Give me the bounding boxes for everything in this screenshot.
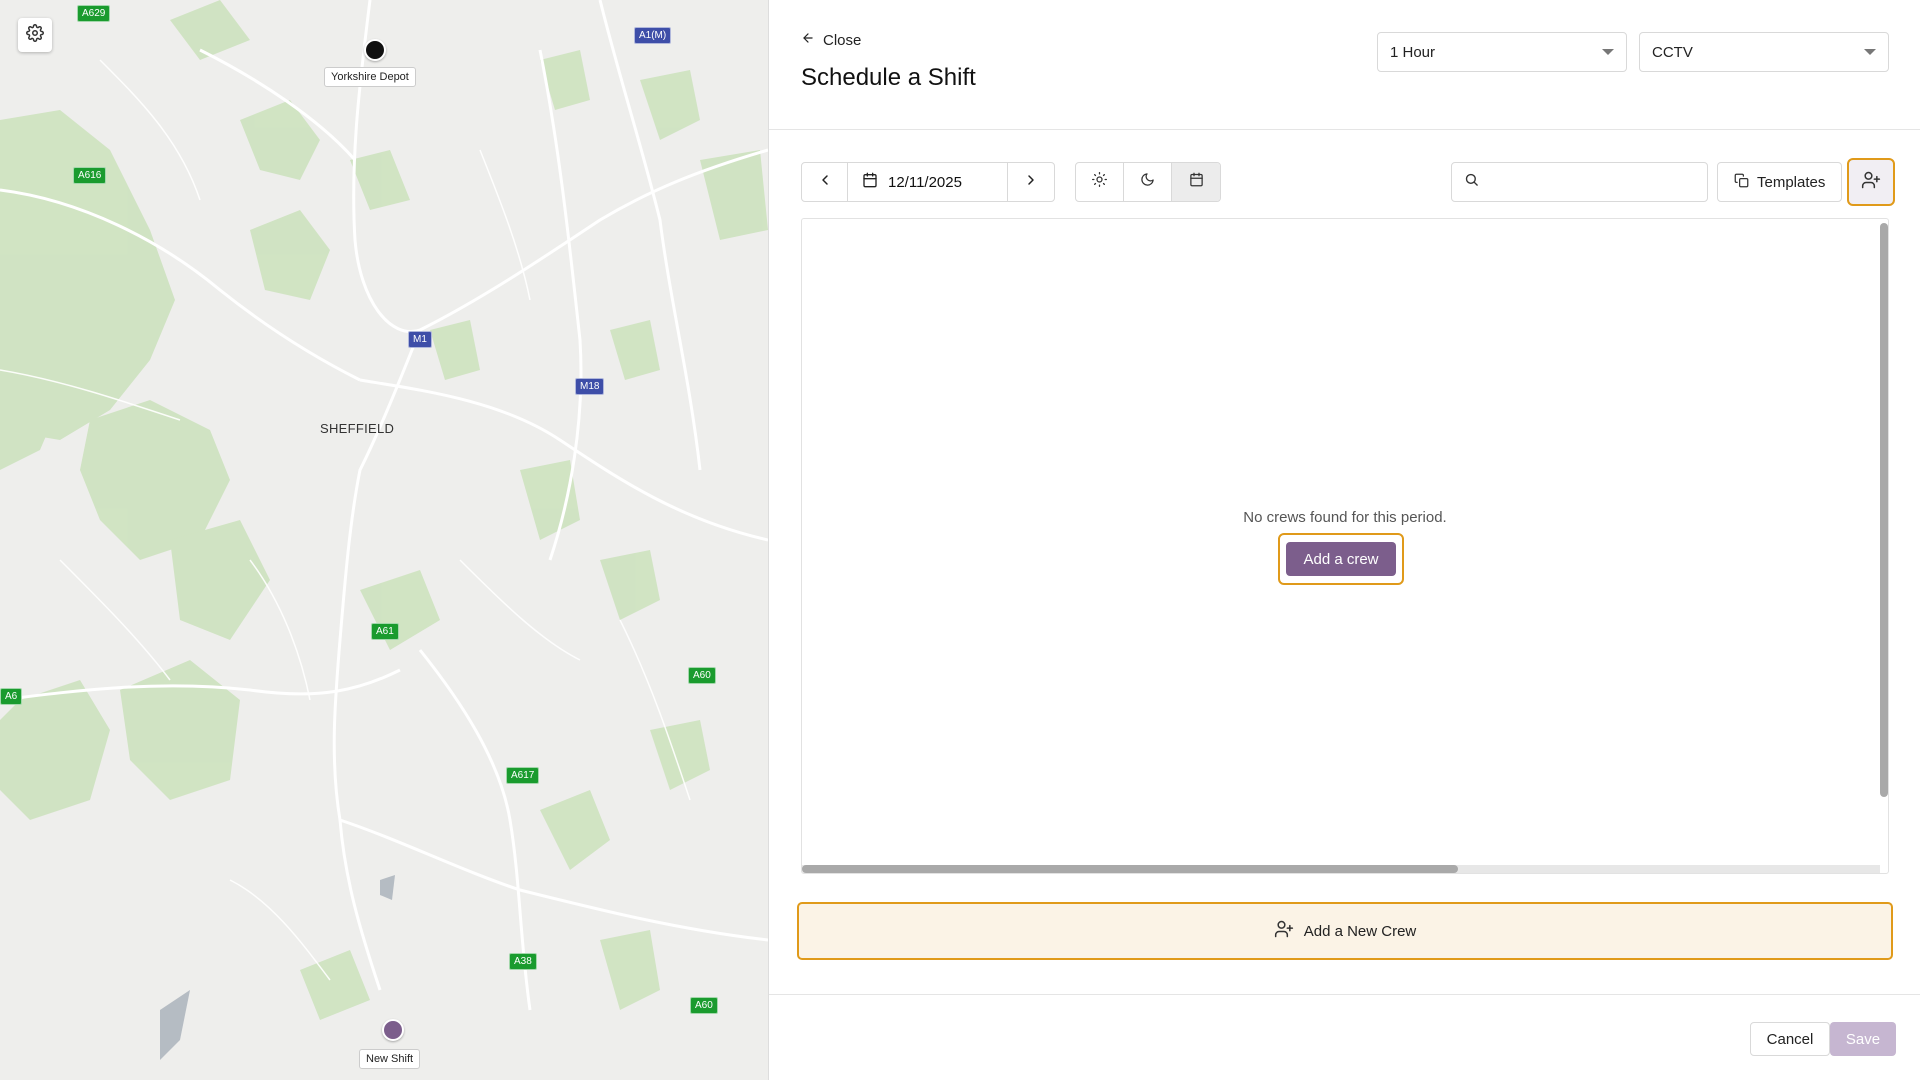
duration-select[interactable]: 1 Hour	[1377, 32, 1627, 72]
night-shift-toggle[interactable]	[1124, 163, 1172, 201]
save-button[interactable]: Save	[1830, 1022, 1896, 1056]
road-label: A617	[506, 767, 540, 784]
period-toggle-group	[1075, 162, 1221, 202]
templates-label: Templates	[1757, 173, 1826, 191]
full-day-toggle[interactable]	[1172, 163, 1220, 201]
cancel-button[interactable]: Cancel	[1750, 1022, 1830, 1056]
add-crew-focus-ring: Add a crew	[1278, 533, 1404, 585]
road-label: M18	[575, 378, 605, 395]
page-title: Schedule a Shift	[801, 64, 976, 91]
caret-down-icon	[1602, 49, 1614, 55]
add-crew-button[interactable]: Add a crew	[1286, 542, 1396, 576]
user-plus-icon	[1274, 919, 1294, 943]
road-label: A629	[77, 5, 111, 22]
empty-state-message: No crews found for this period.	[1243, 509, 1447, 526]
schedule-shift-panel: Close Schedule a Shift 1 Hour CCTV 12/11…	[768, 0, 1920, 1080]
moon-icon	[1140, 172, 1155, 192]
day-shift-toggle[interactable]	[1076, 163, 1124, 201]
date-navigator: 12/11/2025	[801, 162, 1055, 202]
city-label: SHEFFIELD	[320, 421, 395, 436]
add-crew-icon-button[interactable]	[1847, 158, 1895, 206]
calendar-icon	[862, 172, 878, 192]
templates-button[interactable]: Templates	[1717, 162, 1843, 202]
depot-marker-label: Yorkshire Depot	[324, 67, 416, 87]
close-button[interactable]: Close	[801, 31, 861, 49]
close-label: Close	[823, 31, 862, 49]
crew-schedule-grid[interactable]: No crews found for this period. Add a cr…	[801, 218, 1889, 874]
new-shift-marker-label: New Shift	[359, 1049, 421, 1069]
add-new-crew-button[interactable]: Add a New Crew	[797, 902, 1893, 960]
toolbar: 12/11/2025 Templates	[801, 158, 1895, 206]
chevron-right-icon	[1023, 172, 1039, 193]
panel-header: Close Schedule a Shift 1 Hour CCTV	[769, 0, 1920, 130]
panel-footer: Cancel Save	[769, 994, 1920, 1080]
caret-down-icon	[1864, 49, 1876, 55]
calendar-icon	[1189, 172, 1204, 192]
date-value: 12/11/2025	[888, 173, 962, 191]
map[interactable]: A629 A1(M) A616 M1 M18 A61 A60 A6 A617 A…	[0, 0, 768, 1080]
gear-icon	[26, 23, 44, 47]
road-label: A60	[690, 997, 718, 1014]
copy-icon	[1734, 173, 1749, 192]
vertical-scrollbar[interactable]	[1880, 223, 1888, 797]
road-label: A1(M)	[634, 27, 672, 44]
map-settings-button[interactable]	[18, 18, 52, 52]
shift-type-select[interactable]: CCTV	[1639, 32, 1889, 72]
map-background	[0, 0, 768, 1060]
road-label: A61	[371, 623, 399, 640]
search-input[interactable]	[1451, 162, 1708, 202]
search-icon	[1464, 172, 1479, 192]
duration-select-value: 1 Hour	[1390, 43, 1436, 61]
user-plus-icon	[1861, 170, 1881, 195]
next-day-button[interactable]	[1008, 163, 1054, 201]
depot-marker[interactable]	[364, 39, 386, 61]
arrow-left-icon	[801, 31, 815, 49]
road-label: M1	[408, 331, 432, 348]
previous-day-button[interactable]	[802, 163, 848, 201]
new-shift-marker[interactable]	[382, 1019, 404, 1041]
horizontal-scrollbar[interactable]	[802, 865, 1458, 873]
date-picker[interactable]: 12/11/2025	[848, 163, 1008, 201]
road-label: A38	[509, 953, 537, 970]
shift-type-select-value: CCTV	[1652, 43, 1693, 61]
road-label: A616	[73, 167, 107, 184]
chevron-left-icon	[817, 172, 833, 193]
road-label: A60	[688, 667, 716, 684]
add-new-crew-label: Add a New Crew	[1303, 922, 1417, 940]
search-field[interactable]	[1487, 174, 1695, 190]
sun-icon	[1092, 172, 1107, 192]
road-label: A6	[0, 688, 23, 705]
